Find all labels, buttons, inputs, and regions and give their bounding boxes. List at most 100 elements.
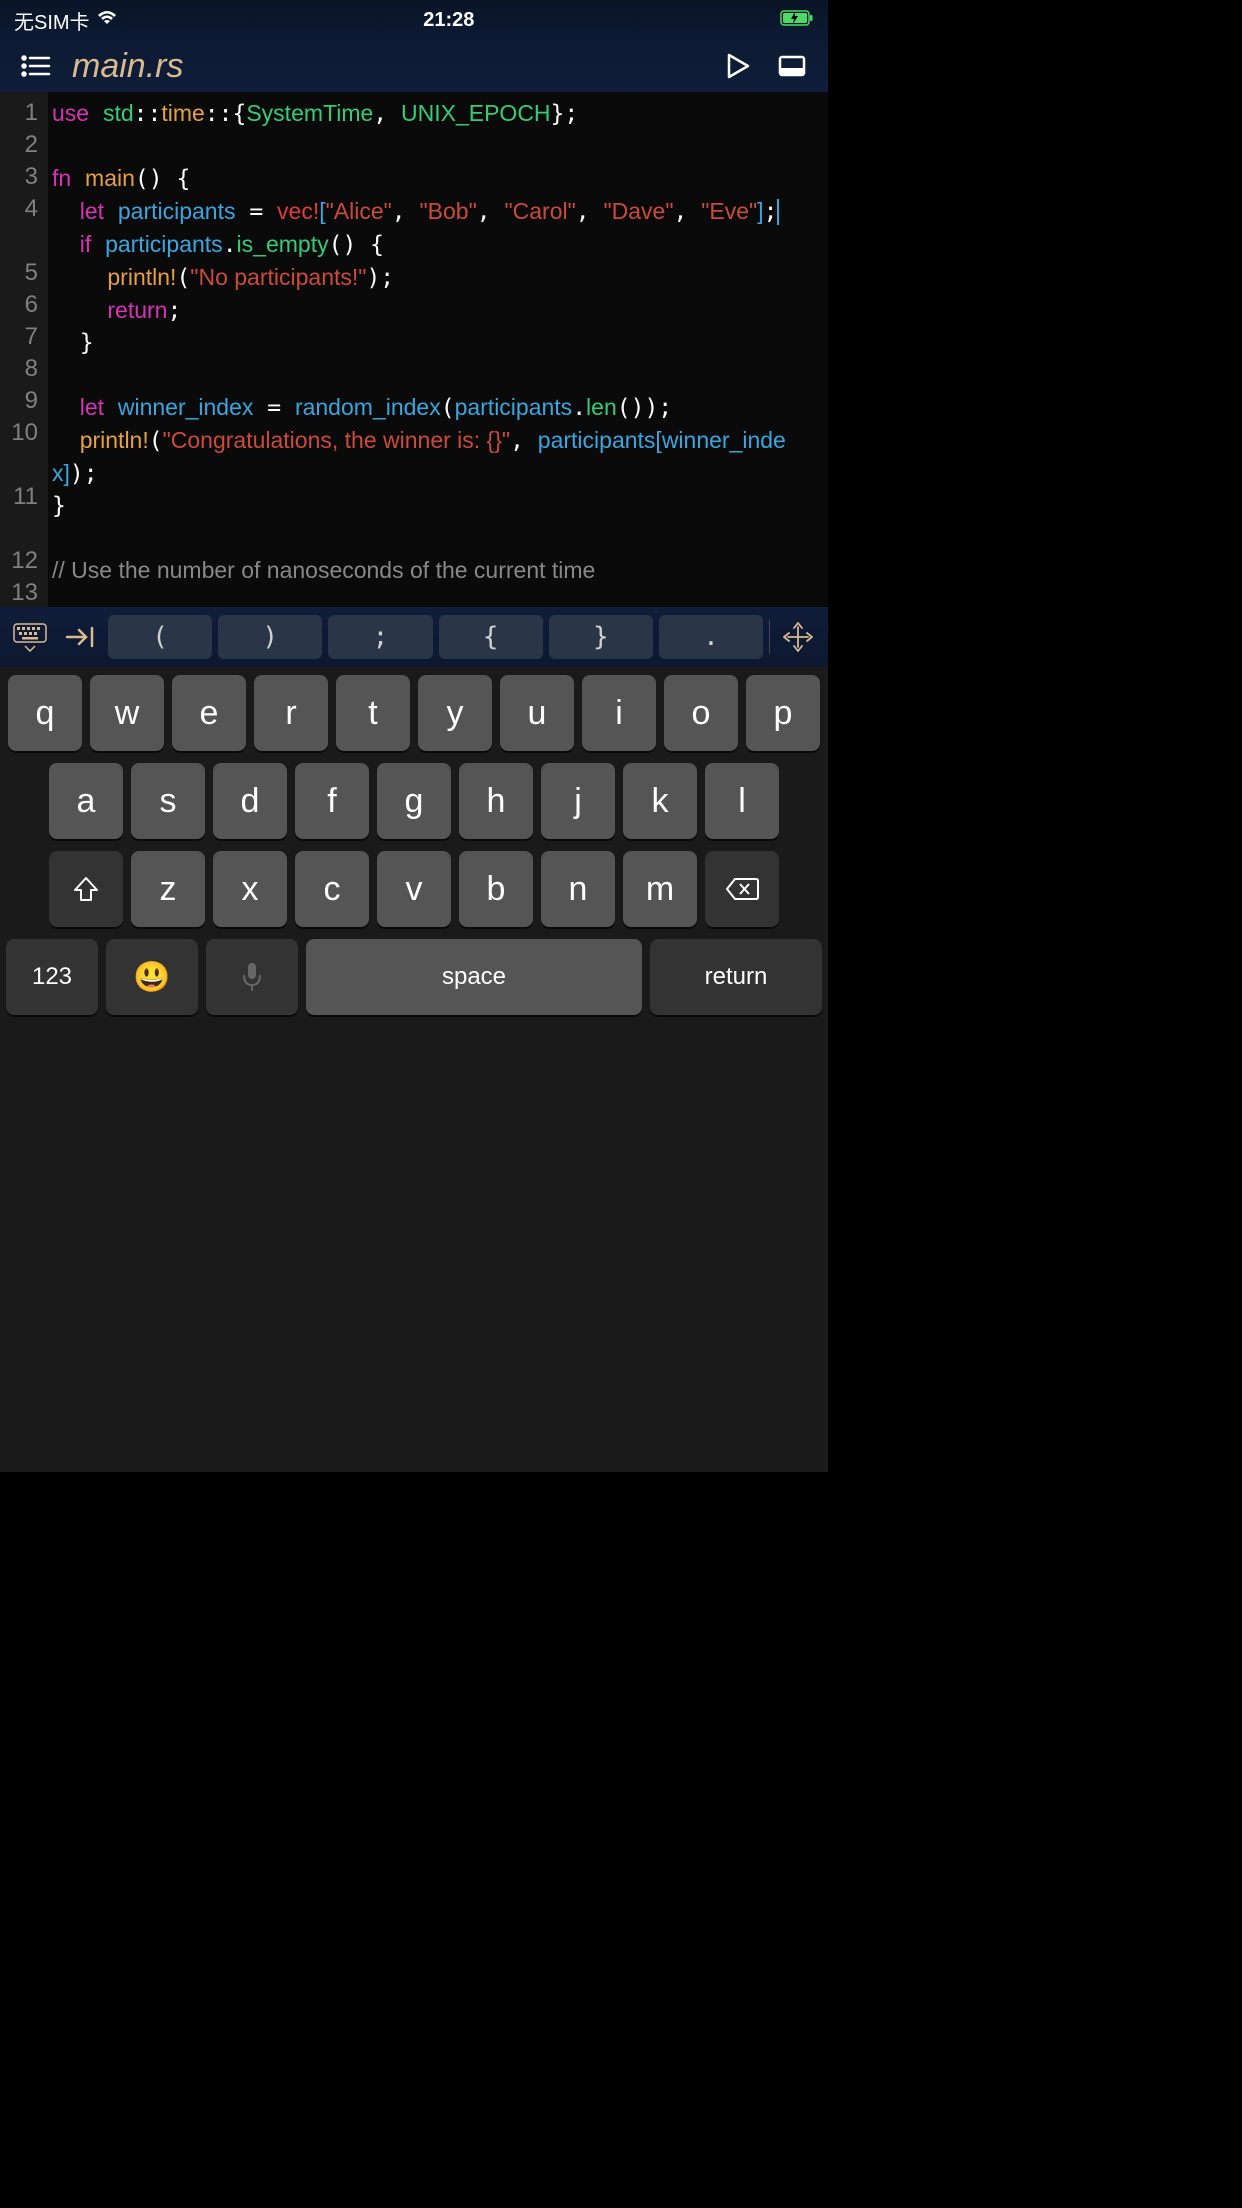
str-eve: "Eve" xyxy=(701,198,757,224)
str-bob: "Bob" xyxy=(420,198,477,224)
tab-icon[interactable] xyxy=(58,615,102,659)
code-area[interactable]: use std::time::{SystemTime, UNIX_EPOCH};… xyxy=(48,92,828,607)
cursor-move-icon[interactable] xyxy=(776,615,820,659)
mic-key[interactable] xyxy=(206,939,298,1015)
key-t[interactable]: t xyxy=(336,675,410,751)
key-v[interactable]: v xyxy=(377,851,451,927)
wifi-icon xyxy=(96,9,118,32)
key-z[interactable]: z xyxy=(131,851,205,927)
emoji-key[interactable]: 😃 xyxy=(106,939,198,1015)
key-k[interactable]: k xyxy=(623,763,697,839)
run-icon[interactable] xyxy=(720,48,756,84)
status-time: 21:28 xyxy=(423,9,474,32)
symbol-key-}[interactable]: } xyxy=(549,615,653,659)
keyboard-row-3: zxcvbnm xyxy=(6,851,822,927)
key-n[interactable]: n xyxy=(541,851,615,927)
key-m[interactable]: m xyxy=(623,851,697,927)
line-number: 5 xyxy=(0,257,38,289)
symbol-key-.[interactable]: . xyxy=(659,615,763,659)
key-j[interactable]: j xyxy=(541,763,615,839)
key-l[interactable]: l xyxy=(705,763,779,839)
space-key[interactable]: space xyxy=(306,939,642,1015)
keyword-let2: let xyxy=(80,394,104,420)
key-c[interactable]: c xyxy=(295,851,369,927)
line-number: 13 xyxy=(0,577,38,607)
line-number: 9 xyxy=(0,385,38,417)
panel-icon[interactable] xyxy=(774,48,810,84)
keyword-fn: fn xyxy=(52,165,71,191)
symbol-key-([interactable]: ( xyxy=(108,615,212,659)
key-i[interactable]: i xyxy=(582,675,656,751)
key-w[interactable]: w xyxy=(90,675,164,751)
sim-status: 无SIM卡 xyxy=(14,6,90,35)
editor-toolbar: main.rs xyxy=(0,40,828,92)
key-b[interactable]: b xyxy=(459,851,533,927)
keyword-let: let xyxy=(80,198,104,224)
key-r[interactable]: r xyxy=(254,675,328,751)
var-participants: participants xyxy=(118,198,236,224)
return-key[interactable]: return xyxy=(650,939,822,1015)
fn-main: main xyxy=(85,165,135,191)
backspace-key[interactable] xyxy=(705,851,779,927)
line-gutter: 1234 5678910 11 1213 xyxy=(0,92,48,607)
var-winnerindex: winner_index xyxy=(118,394,254,420)
symbol-key-)[interactable]: ) xyxy=(218,615,322,659)
status-bar: 无SIM卡 21:28 xyxy=(0,0,828,40)
key-y[interactable]: y xyxy=(418,675,492,751)
var-participants3: participants xyxy=(455,394,573,420)
line-number: 3 xyxy=(0,161,38,193)
key-o[interactable]: o xyxy=(664,675,738,751)
key-a[interactable]: a xyxy=(49,763,123,839)
type-unixepoch: UNIX_EPOCH xyxy=(401,100,551,126)
symbol-accessory-row: ();{}. xyxy=(0,607,828,667)
macro-vec: vec! xyxy=(277,198,319,224)
comment-line14: // Use the number of nanoseconds of the … xyxy=(52,557,595,583)
symbol-key-;[interactable]: ; xyxy=(328,615,432,659)
str-dave: "Dave" xyxy=(603,198,673,224)
hide-keyboard-icon[interactable] xyxy=(8,615,52,659)
cursor xyxy=(777,199,779,225)
bracket-close: ] xyxy=(757,198,763,224)
key-h[interactable]: h xyxy=(459,763,533,839)
line-number: 12 xyxy=(0,545,38,577)
keyword-return: return xyxy=(107,297,167,323)
key-e[interactable]: e xyxy=(172,675,246,751)
key-d[interactable]: d xyxy=(213,763,287,839)
line-number: 2 xyxy=(0,129,38,161)
key-q[interactable]: q xyxy=(8,675,82,751)
key-f[interactable]: f xyxy=(295,763,369,839)
var-participants4: participants xyxy=(538,427,656,453)
key-p[interactable]: p xyxy=(746,675,820,751)
fn-randomindex: random_index xyxy=(295,394,441,420)
keyboard-row-4: 123 😃 space return xyxy=(6,939,822,1015)
keyboard-row-2: asdfghjkl xyxy=(6,763,822,839)
line-number: 7 xyxy=(0,321,38,353)
type-systemtime: SystemTime xyxy=(246,100,373,126)
symbol-key-{[interactable]: { xyxy=(439,615,543,659)
ident-time: time xyxy=(161,100,204,126)
key-x[interactable]: x xyxy=(213,851,287,927)
line-number xyxy=(0,449,38,481)
line-number: 6 xyxy=(0,289,38,321)
shift-key[interactable] xyxy=(49,851,123,927)
key-g[interactable]: g xyxy=(377,763,451,839)
keyword-use: use xyxy=(52,100,89,126)
status-left: 无SIM卡 xyxy=(14,6,118,35)
method-len: len xyxy=(586,394,617,420)
numbers-key[interactable]: 123 xyxy=(6,939,98,1015)
file-title: main.rs xyxy=(72,47,702,86)
line-number xyxy=(0,513,38,545)
macro-println2: println! xyxy=(80,427,149,453)
code-editor[interactable]: 1234 5678910 11 1213 use std::time::{Sys… xyxy=(0,92,828,607)
str-alice: "Alice" xyxy=(326,198,392,224)
line-number: 8 xyxy=(0,353,38,385)
keyboard-row-1: qwertyuiop xyxy=(6,675,822,751)
macro-println: println! xyxy=(107,264,176,290)
menu-icon[interactable] xyxy=(18,48,54,84)
var-participants2: participants xyxy=(105,231,223,257)
key-s[interactable]: s xyxy=(131,763,205,839)
line-number: 11 xyxy=(0,481,38,513)
battery-icon xyxy=(780,9,814,32)
line-number: 4 xyxy=(0,193,38,225)
key-u[interactable]: u xyxy=(500,675,574,751)
